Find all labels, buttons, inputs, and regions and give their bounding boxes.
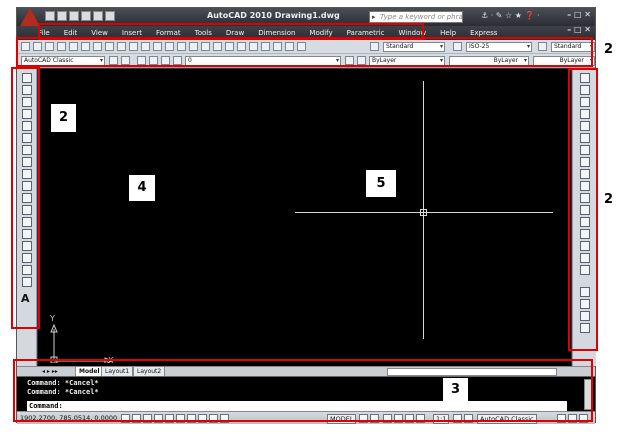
callout-label-5: 5 xyxy=(366,170,396,197)
callout-label-2-left: 2 xyxy=(51,104,76,132)
callout-label-2-right: 2 xyxy=(604,192,614,207)
window-title: AutoCAD 2010 Drawing1.dwg xyxy=(207,11,340,20)
cursor-pickbox xyxy=(420,209,427,216)
callout-label-2-top: 2 xyxy=(604,42,614,57)
annotation-box-toolbars xyxy=(16,37,593,67)
undo-icon[interactable] xyxy=(81,11,91,21)
save-icon[interactable] xyxy=(69,11,79,21)
search-input[interactable]: Type a keyword or phrase xyxy=(369,11,463,23)
annotation-box-command-status xyxy=(13,359,593,422)
quick-access-toolbar xyxy=(45,11,115,23)
callout-label-3: 3 xyxy=(443,378,468,402)
open-icon[interactable] xyxy=(57,11,67,21)
new-icon[interactable] xyxy=(45,11,55,21)
infocenter-tools[interactable]: ⚓ · ✎ ☆ ★ ❓ · xyxy=(481,11,540,20)
ucs-icon xyxy=(50,323,114,363)
plot-icon[interactable] xyxy=(105,11,115,21)
callout-label-4: 4 xyxy=(129,175,155,201)
ucs-y-label: Y xyxy=(50,314,55,323)
redo-icon[interactable] xyxy=(93,11,103,21)
annotation-box-draw-toolbar xyxy=(11,67,40,329)
document-window-controls[interactable]: – □ ✕ xyxy=(567,25,591,34)
drawing-area[interactable]: Y X xyxy=(38,69,571,366)
annotation-box-modify-toolbar xyxy=(568,68,598,351)
window-controls[interactable]: – □ ✕ xyxy=(567,10,591,19)
